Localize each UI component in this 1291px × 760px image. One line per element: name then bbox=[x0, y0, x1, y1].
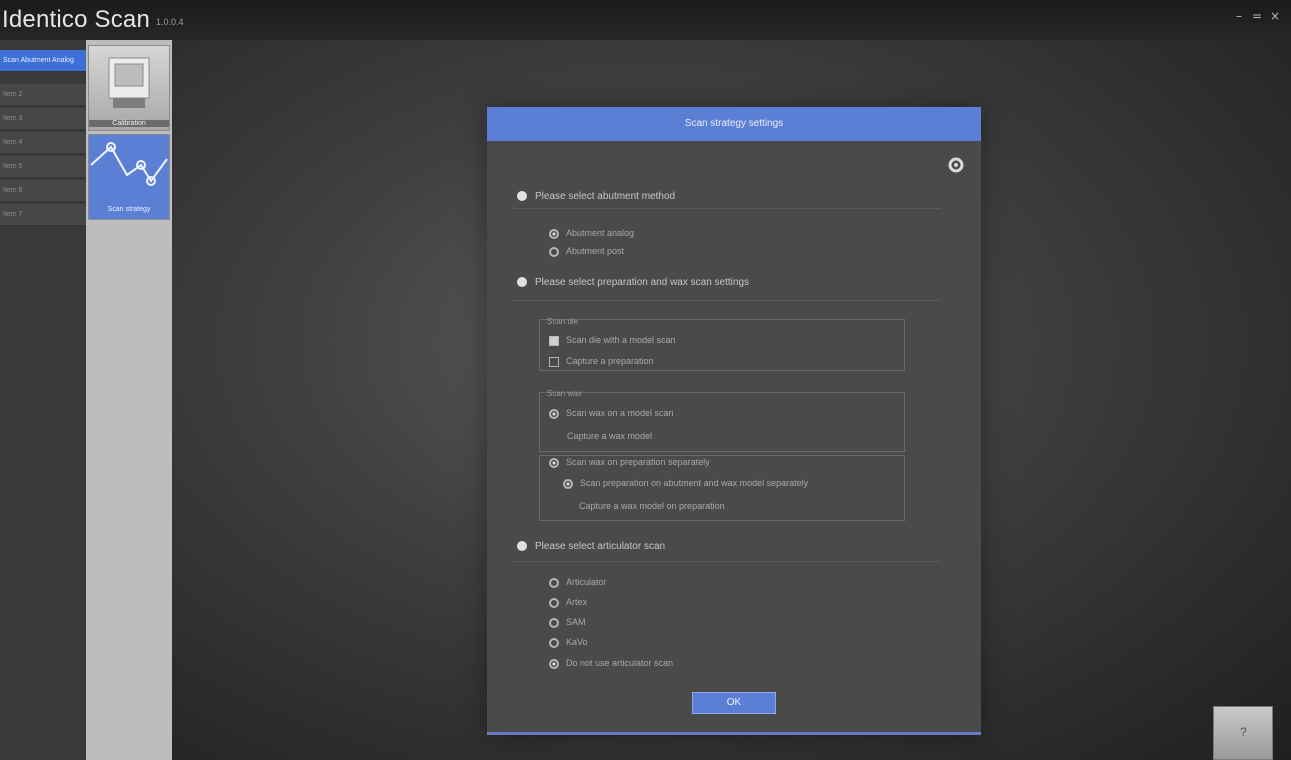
radio-icon bbox=[549, 577, 559, 588]
sidebar-item[interactable]: Item 5 bbox=[0, 156, 86, 178]
option-label: Capture a preparation bbox=[566, 356, 654, 366]
radio-artex[interactable]: Artex bbox=[549, 597, 587, 608]
radio-scan-prep-abutment-wax[interactable]: Scan preparation on abutment and wax mod… bbox=[563, 478, 808, 489]
option-label: Scan wax on a model scan bbox=[566, 408, 674, 418]
radio-sam[interactable]: SAM bbox=[549, 617, 586, 628]
close-button[interactable]: × bbox=[1269, 10, 1281, 22]
radio-icon bbox=[549, 228, 559, 239]
app-title: Identico Scan bbox=[2, 6, 151, 33]
checkbox-capture-preparation[interactable]: Capture a preparation bbox=[549, 356, 654, 367]
section-bullet-icon bbox=[517, 277, 527, 288]
group-scan-wax bbox=[539, 392, 905, 452]
divider bbox=[511, 561, 941, 562]
sidebar-item[interactable]: Item 4 bbox=[0, 132, 86, 154]
option-label: Capture a wax model on preparation bbox=[579, 501, 725, 511]
checkbox-scan-die-model[interactable]: Scan die with a model scan bbox=[549, 335, 676, 346]
section-articulator: Please select articulator scan bbox=[517, 541, 665, 552]
radio-icon bbox=[563, 478, 573, 489]
help-icon: ? bbox=[1240, 725, 1247, 739]
checkbox-icon bbox=[549, 335, 559, 346]
sidebar-item[interactable]: Item 3 bbox=[0, 108, 86, 130]
option-label: Artex bbox=[566, 597, 588, 607]
radio-scan-wax-preparation[interactable]: Scan wax on preparation separately bbox=[549, 457, 710, 468]
section-bullet-icon bbox=[517, 191, 527, 202]
radio-icon bbox=[549, 246, 559, 257]
option-label: Articulator bbox=[566, 577, 607, 587]
sidebar-item[interactable]: Item 6 bbox=[0, 180, 86, 202]
group-title: Scan die bbox=[547, 317, 579, 326]
option-label: Do not use articulator scan bbox=[566, 658, 674, 668]
option-label: SAM bbox=[566, 617, 586, 627]
tool-label: Calibration bbox=[89, 120, 169, 127]
wave-graph-icon bbox=[90, 142, 168, 186]
section-bullet-icon bbox=[517, 541, 527, 552]
maximize-button[interactable]: = bbox=[1251, 10, 1263, 22]
section-abutment-method: Please select abutment method bbox=[517, 191, 675, 202]
app-version: 1.0.0.4 bbox=[156, 17, 184, 27]
scan-strategy-tool-button[interactable]: Scan strategy bbox=[88, 134, 170, 220]
gear-icon[interactable] bbox=[946, 155, 966, 175]
option-label: Scan die with a model scan bbox=[566, 335, 676, 345]
radio-kavo[interactable]: KaVo bbox=[549, 637, 588, 648]
divider bbox=[511, 300, 941, 301]
radio-no-articulator[interactable]: Do not use articulator scan bbox=[549, 658, 673, 669]
option-label: Abutment post bbox=[566, 246, 625, 256]
radio-icon bbox=[549, 457, 559, 468]
tool-panel: Calibration Scan strategy bbox=[86, 40, 172, 760]
option-capture-wax-on-prep[interactable]: Capture a wax model on preparation bbox=[579, 501, 725, 511]
section-label: Please select abutment method bbox=[535, 191, 676, 202]
radio-abutment-analog[interactable]: Abutment analog bbox=[549, 228, 634, 239]
tool-label: Scan strategy bbox=[107, 206, 151, 213]
title-bar: Identico Scan 1.0.0.4 – = × bbox=[0, 0, 1291, 40]
divider bbox=[511, 208, 941, 209]
section-label: Please select articulator scan bbox=[535, 541, 666, 552]
calibration-tool-button[interactable]: Calibration bbox=[88, 45, 170, 131]
scan-strategy-dialog: Scan strategy settings Please select abu… bbox=[487, 107, 981, 735]
radio-abutment-post[interactable]: Abutment post bbox=[549, 246, 624, 257]
minimize-button[interactable]: – bbox=[1233, 10, 1245, 22]
section-label: Please select preparation and wax scan s… bbox=[535, 277, 750, 288]
sidebar: Scan Abutment Analog Item 2 Item 3 Item … bbox=[0, 40, 86, 760]
option-label: Scan wax on preparation separately bbox=[566, 457, 710, 467]
help-button[interactable]: ? bbox=[1213, 706, 1273, 760]
radio-icon bbox=[549, 658, 559, 669]
option-label: Abutment analog bbox=[566, 228, 635, 238]
option-capture-wax-model[interactable]: Capture a wax model bbox=[567, 431, 652, 441]
radio-icon bbox=[549, 617, 559, 628]
sidebar-item-scan-abutment[interactable]: Scan Abutment Analog bbox=[0, 50, 86, 72]
ok-button[interactable]: OK bbox=[692, 692, 776, 714]
group-title: Scan wax bbox=[547, 389, 582, 398]
radio-articulator[interactable]: Articulator bbox=[549, 577, 607, 588]
sidebar-item[interactable]: Item 7 bbox=[0, 204, 86, 226]
radio-icon bbox=[549, 597, 559, 608]
checkbox-icon bbox=[549, 356, 559, 367]
scanner-icon bbox=[108, 57, 150, 108]
window-controls: – = × bbox=[1233, 10, 1281, 22]
section-preparation-wax: Please select preparation and wax scan s… bbox=[517, 277, 749, 288]
option-label: Scan preparation on abutment and wax mod… bbox=[580, 478, 809, 488]
radio-icon bbox=[549, 408, 559, 419]
radio-icon bbox=[549, 637, 559, 648]
dialog-title: Scan strategy settings bbox=[487, 107, 981, 141]
radio-scan-wax-model[interactable]: Scan wax on a model scan bbox=[549, 408, 674, 419]
sidebar-item[interactable]: Item 2 bbox=[0, 84, 86, 106]
option-label: KaVo bbox=[566, 637, 588, 647]
option-label: Capture a wax model bbox=[567, 431, 653, 441]
